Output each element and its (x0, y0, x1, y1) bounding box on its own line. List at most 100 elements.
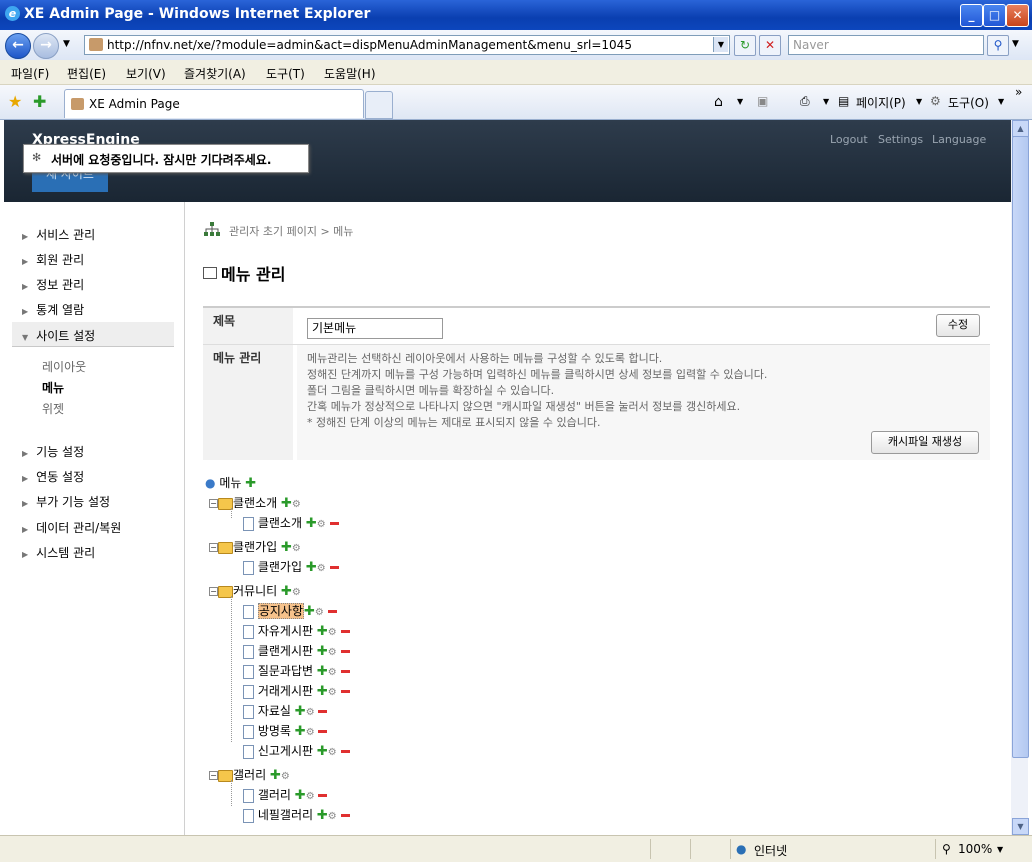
tree-folder[interactable]: − 커뮤니티 ✚⚙ (209, 582, 301, 599)
stop-icon[interactable]: ✕ (759, 35, 781, 56)
tree-folder[interactable]: − 클랜가입 ✚⚙ (209, 538, 301, 555)
delete-icon[interactable] (340, 750, 350, 753)
gear-icon[interactable]: ⚙ (328, 811, 337, 822)
delete-icon[interactable] (340, 630, 350, 633)
sidebar-sub-layout[interactable]: 레이아웃 (42, 358, 86, 375)
menu-help[interactable]: 도움말(H) (324, 65, 376, 82)
sidebar-item-system[interactable]: ▶ 시스템 관리 (22, 544, 95, 561)
sidebar-item-integration[interactable]: ▶ 연동 설정 (22, 468, 84, 485)
favorites-star-icon[interactable]: ★ (8, 92, 22, 111)
tools-dropdown-icon[interactable]: ▼ (998, 97, 1004, 106)
tree-folder[interactable]: − 갤러리 ✚⚙ (209, 766, 290, 783)
tree-item[interactable]: 자료실 ✚⚙ (243, 702, 328, 719)
add-icon[interactable]: ✚ (295, 788, 306, 803)
menu-view[interactable]: 보기(V) (126, 65, 166, 82)
sidebar-item-addons[interactable]: ▶ 부가 기능 설정 (22, 493, 110, 510)
gear-icon[interactable]: ⚙ (292, 587, 301, 598)
gear-icon[interactable]: ⚙ (328, 627, 337, 638)
gear-icon[interactable]: ⚙ (328, 747, 337, 758)
gear-icon[interactable]: ⚙ (328, 687, 337, 698)
gear-icon[interactable]: ⚙ (328, 667, 337, 678)
gear-icon[interactable]: ⚙ (306, 707, 315, 718)
search-icon[interactable]: ⚲ (987, 35, 1009, 56)
delete-icon[interactable] (318, 730, 328, 733)
language-link[interactable]: Language (932, 133, 986, 146)
gear-icon[interactable]: ⚙ (306, 791, 315, 802)
tree-item[interactable]: 방명록 ✚⚙ (243, 722, 328, 739)
delete-icon[interactable] (318, 710, 328, 713)
collapse-icon[interactable]: − (209, 771, 218, 780)
add-icon[interactable]: ✚ (245, 476, 256, 491)
home-dropdown-icon[interactable]: ▼ (737, 97, 743, 106)
page-menu[interactable]: 페이지(P) (856, 94, 906, 111)
sidebar-item-service[interactable]: ▶ 서비스 관리 (22, 226, 95, 243)
gear-icon[interactable]: ⚙ (292, 499, 301, 510)
add-icon[interactable]: ✚ (317, 664, 328, 679)
gear-icon[interactable]: ⚙ (292, 543, 301, 554)
add-icon[interactable]: ✚ (317, 744, 328, 759)
collapse-icon[interactable]: − (209, 543, 218, 552)
sidebar-item-member[interactable]: ▶ 회원 관리 (22, 251, 84, 268)
tree-item[interactable]: 질문과답변 ✚⚙ (243, 662, 350, 679)
vertical-scrollbar[interactable]: ▲ ▼ (1011, 120, 1029, 835)
add-icon[interactable]: ✚ (317, 684, 328, 699)
logout-link[interactable]: Logout (830, 133, 868, 146)
search-input[interactable]: Naver (788, 35, 984, 55)
tree-item[interactable]: 갤러리 ✚⚙ (243, 786, 328, 803)
refresh-icon[interactable]: ↻ (734, 35, 756, 56)
sidebar-item-stats[interactable]: ▶ 통계 열람 (22, 301, 84, 318)
tree-item[interactable]: 거래게시판 ✚⚙ (243, 682, 350, 699)
minimize-button[interactable]: _ (960, 4, 983, 27)
tab-xe-admin[interactable]: XE Admin Page (64, 89, 364, 118)
maximize-button[interactable]: □ (983, 4, 1006, 27)
sidebar-item-data[interactable]: ▶ 데이터 관리/복원 (22, 519, 121, 536)
add-icon[interactable]: ✚ (317, 644, 328, 659)
tree-item[interactable]: 신고게시판 ✚⚙ (243, 742, 350, 759)
search-options-icon[interactable]: ▼ (1012, 39, 1019, 49)
menu-edit[interactable]: 편집(E) (67, 65, 106, 82)
gear-icon[interactable]: ⚙ (281, 771, 290, 782)
new-tab-button[interactable] (365, 91, 393, 119)
delete-icon[interactable] (327, 610, 337, 613)
delete-icon[interactable] (340, 814, 350, 817)
menu-file[interactable]: 파일(F) (11, 65, 49, 82)
collapse-icon[interactable]: − (209, 499, 218, 508)
delete-icon[interactable] (329, 566, 339, 569)
tools-menu[interactable]: 도구(O) (948, 94, 989, 111)
add-favorite-icon[interactable]: ✚ (33, 92, 46, 111)
gear-icon[interactable]: ⚙ (317, 519, 326, 530)
page-dropdown-icon[interactable]: ▼ (916, 97, 922, 106)
print-icon[interactable]: ⎙ (800, 94, 810, 109)
sidebar-item-features[interactable]: ▶ 기능 설정 (22, 443, 84, 460)
tree-item[interactable]: 네필갤러리 ✚⚙ (243, 806, 350, 823)
collapse-icon[interactable]: − (209, 587, 218, 596)
sidebar-sub-widget[interactable]: 위젯 (42, 400, 64, 417)
tree-root[interactable]: ● 메뉴 ✚ (205, 474, 256, 491)
add-icon[interactable]: ✚ (295, 724, 306, 739)
regenerate-cache-button[interactable]: 캐시파일 재생성 (871, 431, 979, 454)
add-icon[interactable]: ✚ (317, 808, 328, 823)
tree-item[interactable]: 클랜가입 ✚⚙ (243, 558, 339, 575)
gear-icon[interactable]: ⚙ (328, 647, 337, 658)
gear-icon[interactable]: ⚙ (315, 607, 324, 618)
add-icon[interactable]: ✚ (281, 496, 292, 511)
tree-item[interactable]: 자유게시판 ✚⚙ (243, 622, 350, 639)
tree-item[interactable]: 클랜게시판 ✚⚙ (243, 642, 350, 659)
gear-icon[interactable]: ⚙ (306, 727, 315, 738)
tree-item-selected[interactable]: 공지사항✚⚙ (243, 602, 337, 619)
tree-item[interactable]: 클랜소개 ✚⚙ (243, 514, 339, 531)
delete-icon[interactable] (340, 690, 350, 693)
url-dropdown-icon[interactable]: ▼ (713, 37, 728, 52)
add-icon[interactable]: ✚ (281, 540, 292, 555)
breadcrumb[interactable]: 관리자 초기 페이지 > 메뉴 (229, 223, 353, 239)
add-icon[interactable]: ✚ (304, 604, 315, 619)
tree-folder[interactable]: − 클랜소개 ✚⚙ (209, 494, 301, 511)
close-button[interactable]: ✕ (1006, 4, 1029, 27)
modify-button[interactable]: 수정 (936, 314, 980, 337)
delete-icon[interactable] (329, 522, 339, 525)
back-button[interactable]: ← (5, 33, 31, 59)
delete-icon[interactable] (318, 794, 328, 797)
scroll-up-icon[interactable]: ▲ (1012, 120, 1029, 137)
feeds-icon[interactable]: ▣ (757, 94, 768, 108)
scroll-down-icon[interactable]: ▼ (1012, 818, 1029, 835)
